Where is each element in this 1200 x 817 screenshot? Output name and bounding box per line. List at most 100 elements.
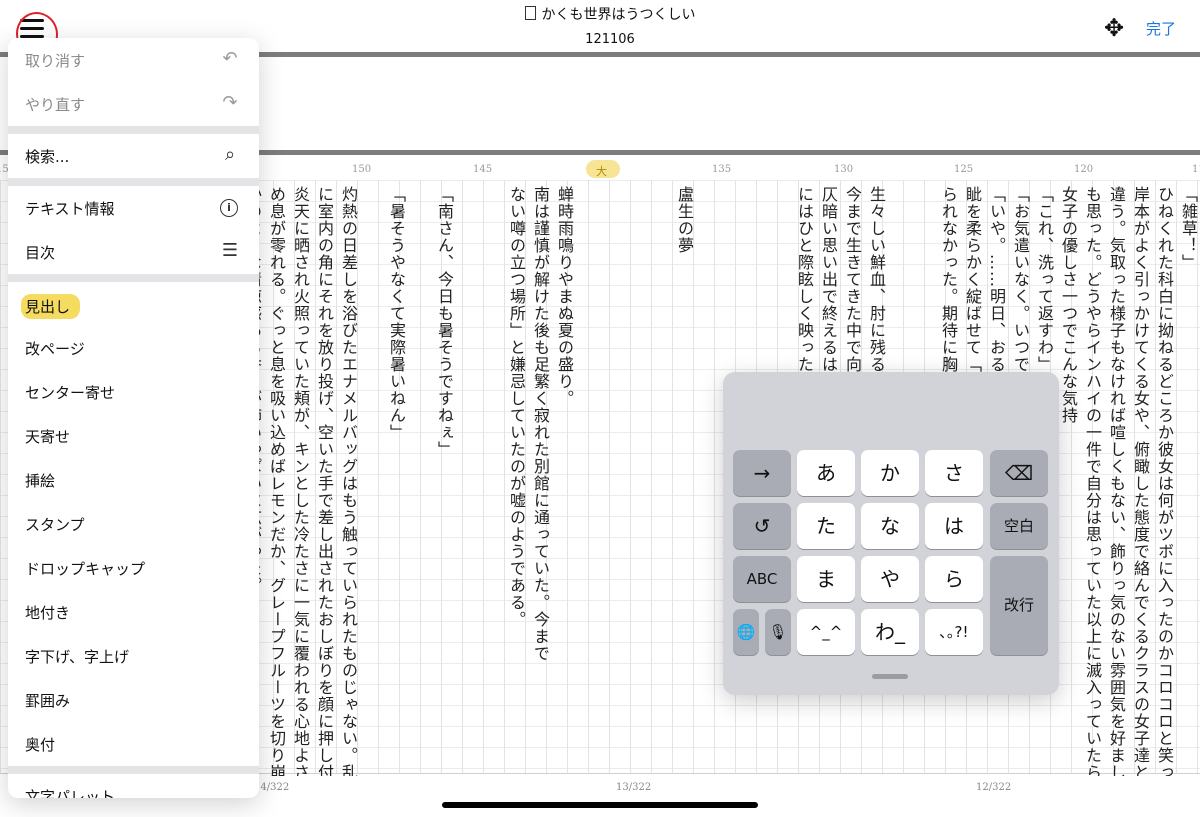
emoticon-key[interactable]: ^_^ — [797, 609, 855, 655]
key-ha[interactable]: は — [925, 503, 983, 549]
menu-item-top-align[interactable]: 天寄せ — [8, 414, 259, 459]
manuscript-column[interactable]: 女子の優しさ一つでこんな気持 — [1058, 186, 1079, 776]
manuscript-column[interactable]: 炎天に晒され火照っていた頬が、キンとした冷たさに一気に覆われる心地よさに — [290, 186, 311, 776]
home-indicator[interactable] — [442, 802, 758, 808]
menu-item-label: 改ページ — [25, 340, 85, 358]
menu-item-label: 文字パレット — [25, 788, 116, 798]
ruler-number: 150 — [352, 164, 372, 175]
manuscript-column[interactable]: 盧生の夢 — [674, 186, 695, 776]
globe-icon[interactable]: 🌐 — [733, 609, 759, 655]
menu-item-label: 取り消す — [25, 52, 86, 70]
key-a[interactable]: あ — [797, 450, 855, 496]
arrow-key[interactable]: → — [733, 450, 791, 496]
heading-size-marker: 大 — [596, 165, 607, 178]
enter-key[interactable]: 改行 — [990, 556, 1048, 655]
manuscript-column[interactable]: 「暑そうやなくて実際暑いねん」 — [386, 186, 407, 776]
info-icon: i — [220, 199, 238, 217]
key-ma[interactable]: ま — [797, 556, 855, 602]
menu-separator — [8, 766, 259, 774]
menu-item-drop-cap[interactable]: ドロップキャップ — [8, 546, 259, 591]
key-ra[interactable]: ら — [925, 556, 983, 602]
menu-item-label: 検索... — [25, 148, 70, 166]
menu-item-redo[interactable]: やり直す ↷ — [8, 82, 259, 127]
document-title-block: かくも世界はうつくしい 121106 — [450, 4, 770, 47]
menu-item-label: 地付き — [25, 604, 71, 622]
ruler-number: 130 — [834, 164, 854, 175]
move-arrows-icon[interactable]: ✥ — [1100, 14, 1128, 42]
japanese-flick-keyboard: → あ か さ ⌫ ↺ た な は 空白 ABC ま や ら 改行 🌐 🎙 ^_… — [723, 372, 1059, 695]
undo-key[interactable]: ↺ — [733, 503, 791, 549]
menu-separator — [8, 126, 259, 134]
ruler-number: 120 — [1074, 164, 1094, 175]
key-ka[interactable]: か — [861, 450, 919, 496]
key-ya[interactable]: や — [861, 556, 919, 602]
ruler-number: 125 — [954, 164, 974, 175]
delete-key[interactable]: ⌫ — [990, 450, 1048, 496]
page-number: 14/322 — [254, 782, 290, 793]
menu-item-toc[interactable]: 目次 ☰ — [8, 230, 259, 275]
search-doc-icon: ⌕ — [224, 144, 236, 165]
manuscript-column[interactable]: も思った。どうやらインハイの一件で自分は思っていた以上に滅入っていたらしい。 — [1082, 186, 1103, 776]
menu-item-label: 見出し — [21, 294, 81, 319]
keyboard-drag-handle[interactable] — [872, 674, 908, 679]
ruler-number: 135 — [712, 164, 732, 175]
done-button[interactable]: 完了 — [1146, 18, 1176, 39]
menu-separator — [8, 178, 259, 186]
document-title-text: かくも世界はうつくしい — [541, 7, 696, 23]
menu-item-label: ドロップキャップ — [25, 560, 146, 578]
manuscript-column[interactable]: 蝉時雨鳴りやまぬ夏の盛り。 — [554, 186, 575, 776]
menu-item-center[interactable]: センター寄せ — [8, 370, 259, 415]
manuscript-column[interactable]: 違う。気取った様子もなければ喧しくもない、飾りっ気のない雰囲気を好ましく — [1106, 186, 1127, 776]
ruler-number: 115 — [1192, 164, 1200, 175]
undo-icon: ↶ — [222, 48, 238, 69]
menu-item-border-box[interactable]: 罫囲み — [8, 678, 259, 723]
microphone-icon[interactable]: 🎙 — [765, 609, 791, 655]
key-sa[interactable]: さ — [925, 450, 983, 496]
ruler-number: 145 — [473, 164, 493, 175]
redo-icon: ↷ — [222, 92, 238, 113]
menu-item-illustration[interactable]: 挿絵 — [8, 458, 259, 503]
menu-item-search[interactable]: 検索... ⌕ — [8, 134, 259, 179]
menu-item-label: センター寄せ — [25, 384, 116, 402]
document-title: かくも世界はうつくしい — [450, 4, 770, 24]
menu-item-indent[interactable]: 字下げ、字上げ — [8, 634, 259, 679]
key-ta[interactable]: た — [797, 503, 855, 549]
manuscript-column[interactable]: 灼熱の日差しを浴びたエナメルバッグはもう触っていられたものじゃない。乱雑 — [338, 186, 359, 776]
menu-item-label: やり直す — [25, 96, 86, 114]
menu-item-heading[interactable]: 見出し — [8, 282, 259, 327]
menu-item-label: スタンプ — [25, 516, 85, 534]
menu-item-colophon[interactable]: 奥付 — [8, 722, 259, 767]
page-number: 12/322 — [976, 782, 1012, 793]
page-number: 13/322 — [616, 782, 652, 793]
menu-item-label: 字下げ、字上げ — [25, 648, 129, 666]
abc-key[interactable]: ABC — [733, 556, 791, 602]
menu-item-label: 罫囲み — [25, 692, 71, 710]
menu-item-label: 奥付 — [25, 736, 56, 754]
menu-item-page-break[interactable]: 改ページ — [8, 326, 259, 371]
menu-item-undo[interactable]: 取り消す ↶ — [8, 38, 259, 83]
menu-item-char-palette[interactable]: 文字パレット — [8, 774, 259, 798]
list-icon: ☰ — [221, 240, 239, 261]
menu-item-bottom-align[interactable]: 地付き — [8, 590, 259, 635]
menu-item-label: テキスト情報 — [25, 200, 115, 218]
key-na[interactable]: な — [861, 503, 919, 549]
manuscript-column[interactable]: 「雑草！」 — [1178, 186, 1199, 776]
key-wa[interactable]: わ_ — [861, 609, 919, 655]
manuscript-column[interactable]: 南は謹慎が解けた後も足繁く寂れた別館に通っていた。今まで — [530, 186, 551, 776]
menu-item-text-info[interactable]: テキスト情報 i — [8, 186, 259, 231]
manuscript-column[interactable]: 「南さん、今日も暑そうですねぇ」 — [434, 186, 455, 776]
manuscript-column[interactable]: 岸本がよく引っかけてくる女や、俯瞰した態度で絡んでくるクラスの女子達とは — [1130, 186, 1151, 776]
punctuation-key[interactable]: ､｡?! — [925, 609, 983, 655]
manuscript-column[interactable]: ない噂の立つ場所」と嫌忌していたのが嘘のようである。 — [506, 186, 527, 776]
manuscript-column[interactable]: ひねくれた科白に拗ねるどころか彼女は何がツボに入ったのかコロコロと笑った — [1154, 186, 1175, 776]
menu-separator — [8, 274, 259, 282]
menu-item-label: 天寄せ — [25, 428, 71, 446]
menu-item-stamp[interactable]: スタンプ — [8, 502, 259, 547]
manuscript-column[interactable]: め息が零れる。ぐっと息を吸い込めばレモンだか、グレープフルーツを切り崩した — [266, 186, 287, 776]
manuscript-column[interactable]: に室内の角にそれを放り投げ、空いた手で差し出されたおしぼりを顔に押し付け — [314, 186, 335, 776]
menu-item-label: 目次 — [25, 244, 56, 262]
side-menu: 取り消す ↶ やり直す ↷ 検索... ⌕ テキスト情報 i 目次 ☰ 見出し … — [8, 38, 259, 798]
space-key[interactable]: 空白 — [990, 503, 1048, 549]
menu-item-label: 挿絵 — [25, 472, 56, 490]
document-icon — [524, 6, 536, 20]
